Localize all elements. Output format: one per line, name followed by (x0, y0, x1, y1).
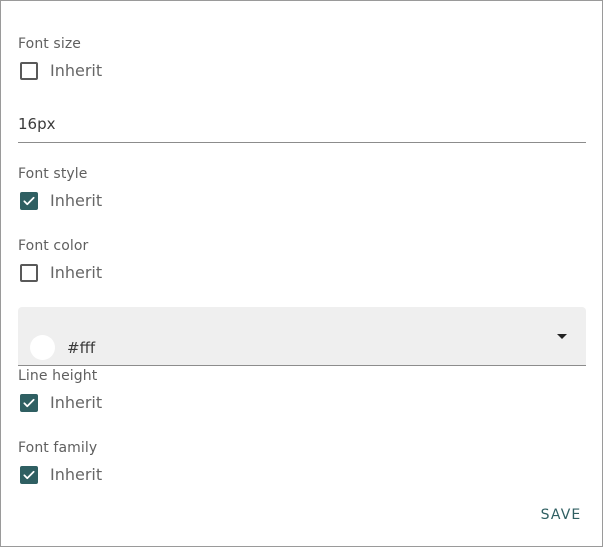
font-size-label: Font size (18, 36, 81, 52)
line-height-inherit-toggle[interactable]: Inherit (20, 393, 102, 413)
font-color-select[interactable]: #fff (18, 307, 586, 366)
check-icon (23, 470, 35, 480)
font-style-inherit-label: Inherit (50, 191, 103, 210)
font-size-field[interactable]: 16px (18, 104, 586, 143)
font-style-inherit-checkbox[interactable] (20, 192, 38, 210)
font-style-inherit-toggle[interactable]: Inherit (20, 191, 102, 211)
font-size-value[interactable]: 16px (18, 115, 56, 133)
typography-settings-panel: Font size Inherit 16px Font style Inheri… (0, 0, 603, 547)
font-color-inherit-checkbox[interactable] (20, 264, 38, 282)
line-height-label: Line height (18, 368, 98, 384)
font-color-inherit-toggle[interactable]: Inherit (20, 263, 102, 283)
font-family-label: Font family (18, 440, 98, 456)
font-color-label: Font color (18, 238, 89, 254)
line-height-inherit-label: Inherit (50, 393, 103, 412)
color-swatch[interactable] (30, 335, 55, 360)
font-color-inherit-label: Inherit (50, 263, 103, 282)
save-button[interactable]: SAVE (529, 503, 593, 527)
check-icon (23, 398, 35, 408)
font-family-inherit-label: Inherit (50, 465, 103, 484)
font-size-inherit-checkbox[interactable] (20, 62, 38, 80)
font-size-inherit-toggle[interactable]: Inherit (20, 61, 102, 81)
font-size-inherit-label: Inherit (50, 61, 103, 80)
font-family-inherit-toggle[interactable]: Inherit (20, 465, 102, 485)
dropdown-arrow-icon[interactable] (557, 334, 567, 339)
font-color-value: #fff (67, 339, 96, 357)
check-icon (23, 196, 35, 206)
line-height-inherit-checkbox[interactable] (20, 394, 38, 412)
font-family-inherit-checkbox[interactable] (20, 466, 38, 484)
font-style-label: Font style (18, 166, 88, 182)
